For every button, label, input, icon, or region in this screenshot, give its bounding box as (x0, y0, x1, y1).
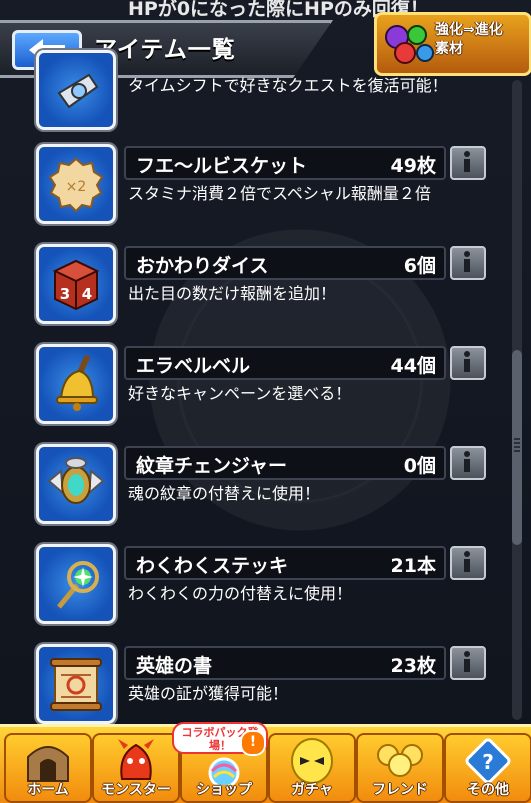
info-button[interactable] (450, 146, 486, 180)
item-name-plate: フエ～ルビスケット 49枚 (124, 146, 446, 180)
item-description: 好きなキャンペーンを選べる！ (128, 384, 352, 403)
list-item[interactable]: わくわくステッキ 21本 わくわくの力の付替えに使用！ (0, 544, 505, 634)
wand-icon (36, 544, 116, 624)
list-item[interactable]: タイムシフトで好きなクエストを復活可能！ (0, 0, 505, 130)
info-button[interactable] (450, 246, 486, 280)
item-name: フエ～ルビスケット (136, 155, 308, 177)
info-button[interactable] (450, 446, 486, 480)
travel-bell-icon (36, 50, 116, 130)
item-name: 紋章チェンジャー (136, 455, 288, 477)
bell-icon (36, 344, 116, 424)
info-button[interactable] (450, 646, 486, 680)
scroll-icon (36, 644, 116, 724)
svg-text:?: ? (482, 750, 494, 774)
list-item[interactable]: ×2 フエ～ルビスケット 49枚 スタミナ消費２倍でスペシャル報酬量２倍 (0, 144, 505, 234)
item-count: 44個 (390, 355, 436, 377)
nav-label: フレンド (372, 782, 428, 798)
list-item[interactable]: 3 4 おかわりダイス 6個 出た目の数だけ報酬を追加！ (0, 244, 505, 334)
monster-icon (118, 739, 154, 780)
alert-badge: ! (240, 730, 266, 756)
list-item[interactable]: 紋章チェンジャー 0個 魂の紋章の付替えに使用！ (0, 444, 505, 534)
friend-icon (377, 744, 423, 777)
nav-label: モンスター (101, 782, 171, 798)
nav-gacha[interactable]: ガチャ (268, 733, 356, 803)
nav-monster[interactable]: モンスター (92, 733, 180, 803)
item-name: おかわりダイス (136, 255, 269, 277)
biscuit-icon: ×2 (36, 144, 116, 224)
item-count: 21本 (390, 555, 436, 577)
dice-face-left: 3 (60, 285, 70, 303)
item-count: 0個 (403, 455, 436, 477)
item-name-plate: 紋章チェンジャー 0個 (124, 446, 446, 480)
item-name: エラベルベル (136, 355, 251, 377)
svg-text:×2: ×2 (66, 179, 87, 195)
list-item[interactable]: エラベルベル 44個 好きなキャンペーンを選べる！ (0, 344, 505, 434)
item-name: 英雄の書 (136, 655, 213, 677)
nav-label: ホーム (27, 782, 69, 798)
item-name: わくわくステッキ (136, 555, 289, 577)
nav-other[interactable]: ? その他 (444, 733, 531, 803)
emblem-changer-icon (36, 444, 116, 524)
nav-label: その他 (467, 782, 509, 798)
item-name-plate: 英雄の書 23枚 (124, 646, 446, 680)
nav-home[interactable]: ホーム (4, 733, 92, 803)
gacha-icon (291, 738, 333, 784)
item-description: 魂の紋章の付替えに使用！ (128, 484, 321, 503)
item-count: 23枚 (390, 655, 436, 677)
item-description: わくわくの力の付替えに使用！ (128, 584, 353, 603)
item-name-plate: おかわりダイス 6個 (124, 246, 446, 280)
other-icon: ? (465, 738, 511, 784)
item-description: タイムシフトで好きなクエストを復活可能！ (128, 76, 448, 95)
item-description: 英雄の証が獲得可能！ (128, 684, 289, 703)
list-item[interactable]: 英雄の書 23枚 英雄の証が獲得可能！ (0, 644, 505, 734)
item-name-plate: わくわくステッキ 21本 (124, 546, 446, 580)
item-description: スタミナ消費２倍でスペシャル報酬量２倍 (128, 184, 431, 203)
item-description: 出た目の数だけ報酬を追加！ (128, 284, 337, 303)
item-count: 6個 (403, 255, 436, 277)
item-count: 49枚 (390, 155, 436, 177)
nav-friend[interactable]: フレンド (356, 733, 444, 803)
info-button[interactable] (450, 546, 486, 580)
scrollbar-grip (514, 438, 520, 452)
home-icon (27, 746, 69, 782)
item-name-plate: エラベルベル 44個 (124, 346, 446, 380)
nav-label: ショップ (196, 782, 252, 798)
info-button[interactable] (450, 346, 486, 380)
nav-label: ガチャ (291, 782, 333, 798)
dice-icon: 3 4 (36, 244, 116, 324)
dice-face-right: 4 (82, 285, 92, 303)
